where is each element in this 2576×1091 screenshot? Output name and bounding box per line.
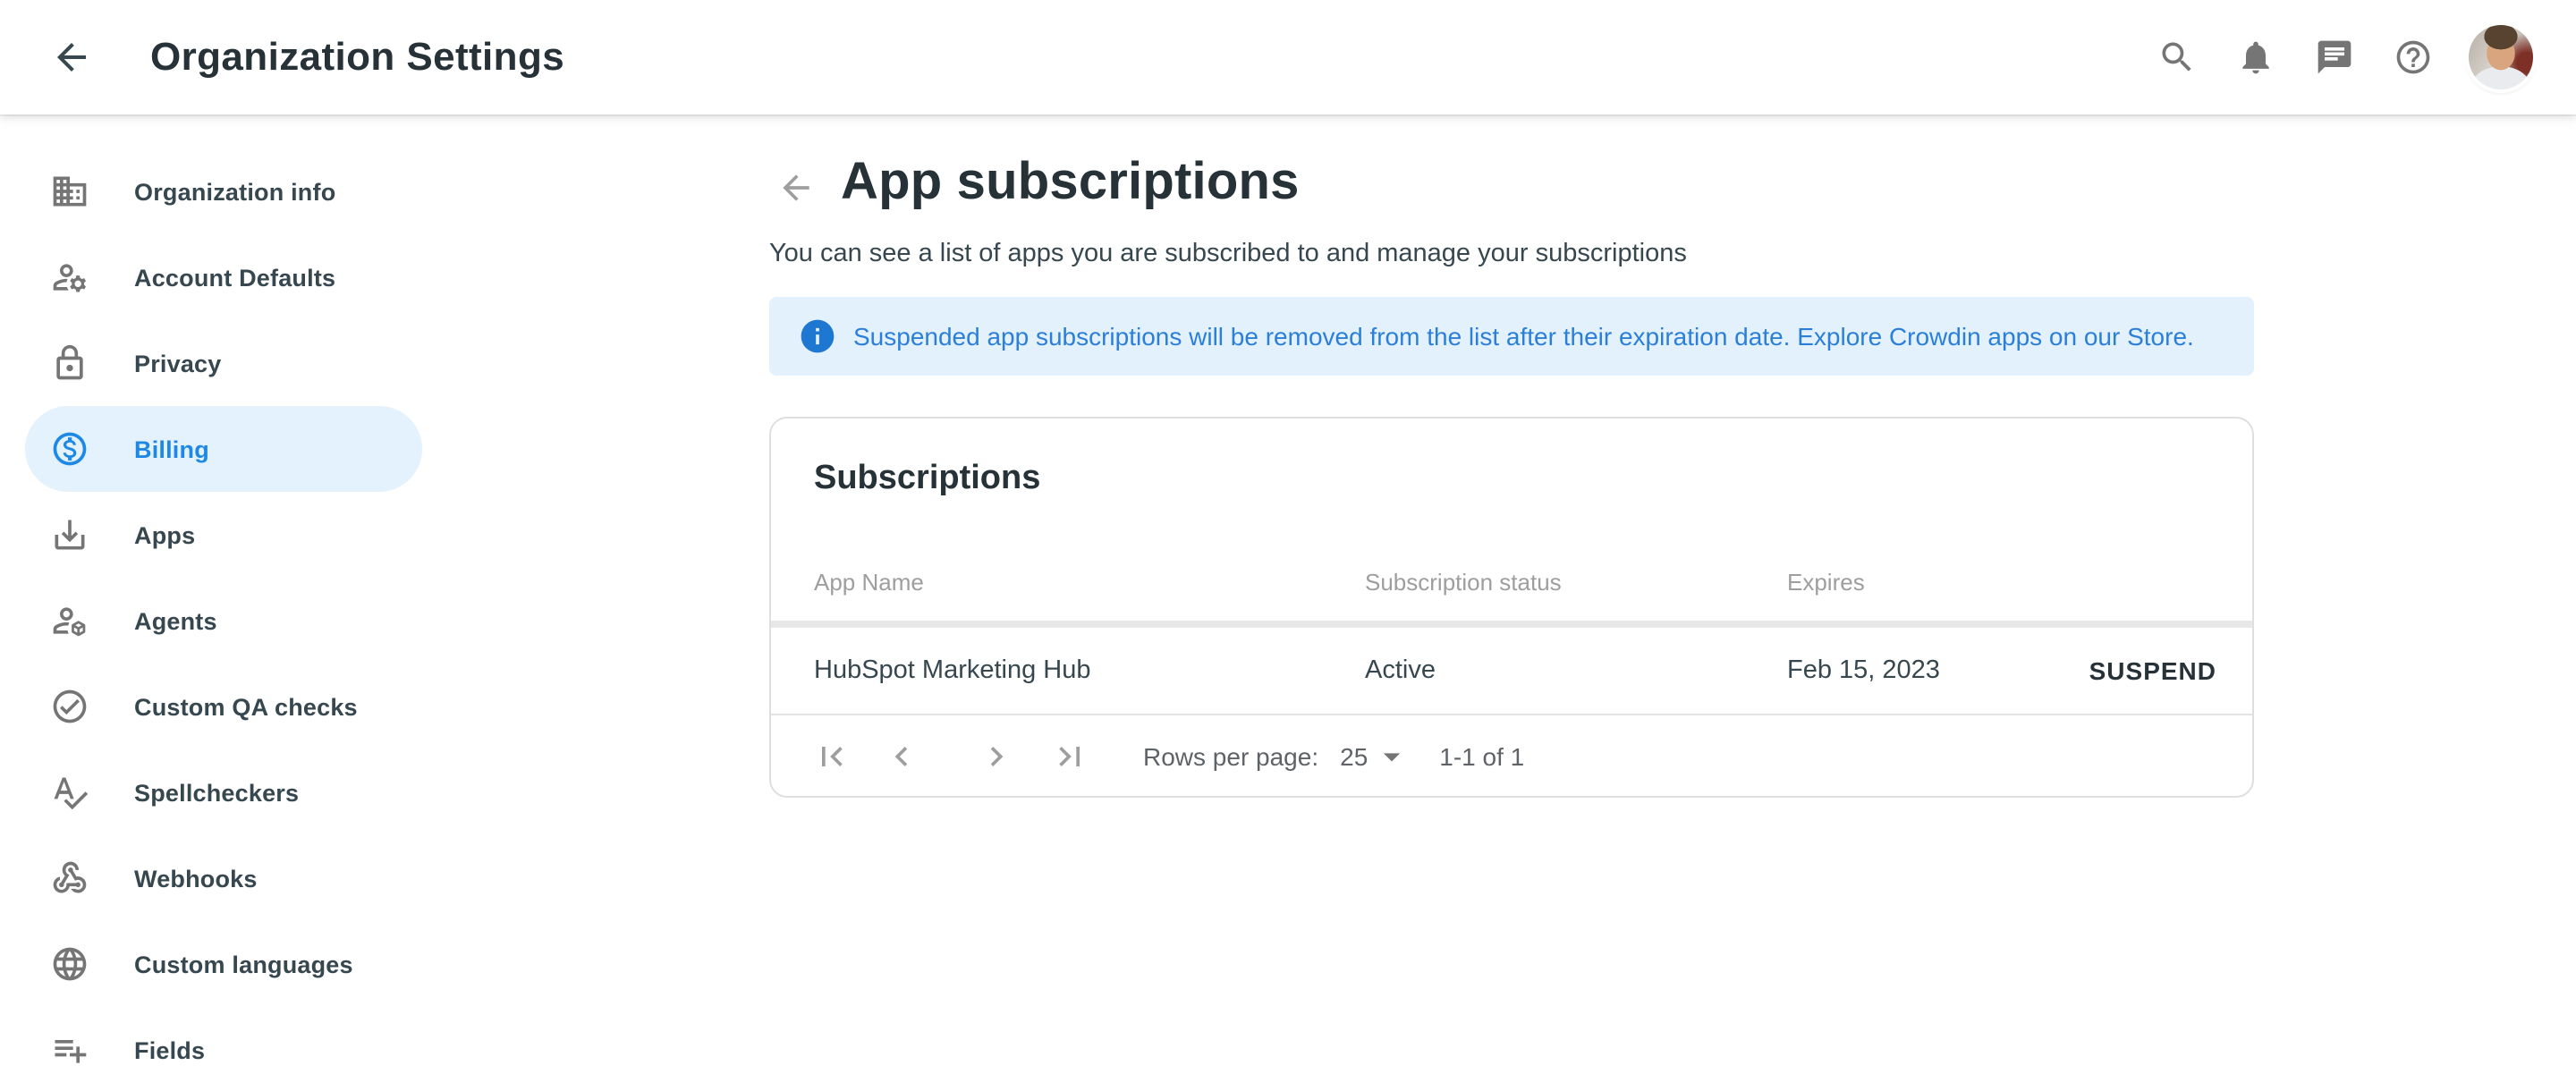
sidebar-item-label: Custom QA checks bbox=[134, 693, 358, 720]
sidebar-item-billing[interactable]: Billing bbox=[25, 406, 422, 492]
sidebar-item-label: Apps bbox=[134, 521, 195, 548]
sidebar-item-label: Account Defaults bbox=[134, 264, 335, 291]
chat-icon[interactable] bbox=[2315, 38, 2354, 77]
rows-per-page-value: 25 bbox=[1340, 742, 1368, 771]
sidebar-item-label: Spellcheckers bbox=[134, 779, 299, 806]
card-title: Subscriptions bbox=[771, 419, 2252, 499]
lock-icon bbox=[50, 343, 89, 383]
sidebar-item-label: Agents bbox=[134, 607, 217, 634]
spellcheck-icon bbox=[50, 773, 89, 812]
notifications-bell-icon[interactable] bbox=[2236, 38, 2275, 77]
section-back-arrow-icon[interactable] bbox=[776, 168, 816, 207]
playlist-add-icon bbox=[50, 1030, 89, 1070]
sidebar-item-spellcheckers[interactable]: Spellcheckers bbox=[25, 749, 422, 835]
sidebar-item-label: Custom languages bbox=[134, 951, 353, 977]
table-row: HubSpot Marketing Hub Active Feb 15, 202… bbox=[771, 628, 2252, 714]
subscriptions-card: Subscriptions App Name Subscription stat… bbox=[769, 417, 2254, 798]
section-title: App subscriptions bbox=[769, 114, 2254, 213]
cell-app-name: HubSpot Marketing Hub bbox=[814, 628, 1091, 714]
table-header-row: App Name Subscription status Expires bbox=[771, 569, 2252, 597]
sidebar-item-custom-languages[interactable]: Custom languages bbox=[25, 921, 422, 1007]
cell-expires: Feb 15, 2023 bbox=[1787, 628, 1940, 714]
agent-cube-icon bbox=[50, 601, 89, 640]
sidebar-item-organization-info[interactable]: Organization info bbox=[25, 148, 422, 234]
main-content: App subscriptions You can see a list of … bbox=[769, 114, 2254, 798]
last-page-icon[interactable] bbox=[1050, 737, 1089, 776]
sidebar-item-privacy[interactable]: Privacy bbox=[25, 320, 422, 406]
help-icon[interactable] bbox=[2394, 38, 2433, 77]
app-bar-actions bbox=[2157, 25, 2533, 89]
section-subtitle: You can see a list of apps you are subsc… bbox=[769, 240, 2254, 268]
screen: Organization Settings Organization info bbox=[0, 0, 2576, 1091]
sidebar-item-custom-qa-checks[interactable]: Custom QA checks bbox=[25, 664, 422, 749]
back-arrow-icon[interactable] bbox=[50, 36, 93, 79]
page-title: Organization Settings bbox=[150, 34, 564, 80]
table-header-divider bbox=[771, 621, 2252, 628]
suspend-button[interactable]: SUSPEND bbox=[2089, 628, 2216, 714]
sidebar-item-label: Fields bbox=[134, 1036, 205, 1063]
previous-page-icon[interactable] bbox=[882, 737, 921, 776]
info-banner: Suspended app subscriptions will be remo… bbox=[769, 297, 2254, 376]
sidebar-item-apps[interactable]: Apps bbox=[25, 492, 422, 578]
pagination-range-text: 1-1 of 1 bbox=[1439, 742, 1524, 771]
rows-per-page-select[interactable]: 25 bbox=[1340, 737, 1411, 776]
settings-sidebar: Organization info Account Defaults Priva… bbox=[0, 114, 751, 1091]
building-icon bbox=[50, 172, 89, 211]
cell-subscription-status: Active bbox=[1365, 628, 1436, 714]
info-banner-text[interactable]: Suspended app subscriptions will be remo… bbox=[853, 322, 2194, 351]
sidebar-item-label: Privacy bbox=[134, 350, 222, 376]
pagination-bar: Rows per page: 25 1-1 of 1 bbox=[771, 715, 2252, 798]
sidebar-item-label: Billing bbox=[134, 436, 209, 462]
first-page-icon[interactable] bbox=[812, 737, 852, 776]
sidebar-item-fields[interactable]: Fields bbox=[25, 1007, 422, 1091]
viewport: Organization Settings Organization info bbox=[0, 0, 2576, 1091]
download-icon bbox=[50, 515, 89, 554]
chevron-down-icon bbox=[1371, 737, 1411, 776]
column-header-expires: Expires bbox=[1787, 569, 1865, 596]
sidebar-item-label: Webhooks bbox=[134, 865, 258, 892]
app-bar: Organization Settings bbox=[0, 0, 2576, 114]
dollar-circle-icon bbox=[50, 429, 89, 469]
sidebar-item-account-defaults[interactable]: Account Defaults bbox=[25, 234, 422, 320]
sidebar-item-webhooks[interactable]: Webhooks bbox=[25, 835, 422, 921]
rows-per-page-label: Rows per page: bbox=[1143, 742, 1318, 771]
account-settings-icon bbox=[50, 258, 89, 297]
sidebar-item-label: Organization info bbox=[134, 178, 335, 205]
info-icon bbox=[798, 317, 837, 356]
webhook-icon bbox=[50, 858, 89, 898]
globe-icon bbox=[50, 944, 89, 984]
search-icon[interactable] bbox=[2157, 38, 2197, 77]
column-header-subscription-status: Subscription status bbox=[1365, 569, 1562, 596]
check-circle-icon bbox=[50, 687, 89, 726]
column-header-app-name: App Name bbox=[814, 569, 924, 596]
sidebar-item-agents[interactable]: Agents bbox=[25, 578, 422, 664]
next-page-icon[interactable] bbox=[977, 737, 1016, 776]
user-avatar[interactable] bbox=[2469, 25, 2533, 89]
